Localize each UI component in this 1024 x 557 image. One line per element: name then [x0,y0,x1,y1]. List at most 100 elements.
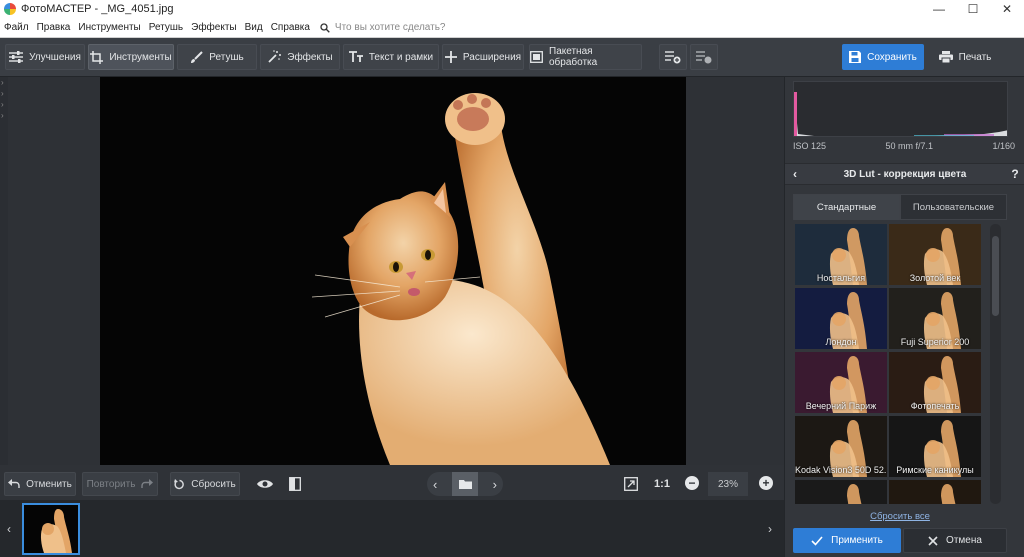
redo-label: Повторить [86,478,136,490]
batch-processing-button[interactable]: Пакетная обработка [529,44,642,70]
lut-preset-grid: Ностальгия Золотой век Лондон Fuji Superior… [795,224,983,504]
preview-eye-button[interactable] [253,472,277,496]
brush-icon [191,50,204,63]
save-label: Сохранить [867,51,917,63]
lut-preset-card[interactable]: Kodak Vision3 50D 52... [795,416,887,477]
open-folder-button[interactable] [452,472,478,496]
preset-scrollbar-thumb[interactable] [992,236,999,316]
plus-icon: + [762,476,770,490]
tab-effects-label: Эффекты [287,51,333,63]
lut-section-title: 3D Lut - коррекция цвета [843,168,967,180]
tab-tools[interactable]: Инструменты [88,44,174,70]
lut-preset-label: Золотой век [909,273,961,283]
actual-size-button[interactable]: 1:1 [650,472,674,496]
tab-extensions[interactable]: Расширения [442,44,524,70]
tab-enhancements[interactable]: Улучшения [5,44,85,70]
folder-icon [458,480,472,489]
fit-to-screen-button[interactable] [619,472,643,496]
maximize-button[interactable]: ☐ [956,0,990,18]
cancel-button[interactable]: Отмена [903,528,1007,553]
lut-preset-card[interactable]: Фотопечать [889,352,981,413]
lut-preset-card[interactable] [889,480,981,504]
undo-icon [8,479,20,488]
exif-lens: 50 mm f/7.1 [885,141,934,151]
lut-preset-card[interactable]: Fuji Superior 200 [889,288,981,349]
tab-retouch[interactable]: Ретушь [177,44,257,70]
checkmark-icon [811,535,823,546]
tab-standard[interactable]: Стандартные [793,194,900,220]
zoom-level[interactable]: 23% [708,472,748,496]
exif-iso: ISO 125 [793,141,827,151]
main-toolbar: Улучшения Инструменты Ретушь Эффекты Тек… [0,38,1024,77]
minimize-button[interactable]: — [922,0,956,18]
cancel-label: Отмена [946,535,982,546]
menu-retouch[interactable]: Ретушь [149,22,183,33]
tab-retouch-label: Ретушь [209,51,244,63]
tab-custom[interactable]: Пользовательские [900,194,1007,220]
tab-effects[interactable]: Эффекты [260,44,340,70]
lut-preset-label: Фотопечать [910,401,960,411]
menu-view[interactable]: Вид [245,22,263,33]
left-collapsed-strip[interactable]: › › › › [0,77,8,465]
lut-preset-card[interactable]: Ностальгия [795,224,887,285]
histogram [793,81,1008,137]
save-button[interactable]: Сохранить [842,44,924,70]
filmstrip-next-icon[interactable]: › [768,522,772,536]
next-image-icon[interactable]: › [493,477,497,492]
preset-preview-image [795,480,887,504]
previous-image-icon[interactable]: ‹ [433,477,437,492]
photo-cat-image[interactable] [100,77,686,465]
batch-icon [530,51,543,63]
lut-preset-card[interactable]: Лондон [795,288,887,349]
lut-preset-label: Fuji Superior 200 [900,337,970,347]
lut-preset-label: Kodak Vision3 50D 52... [795,465,887,475]
preset-scrollbar[interactable] [990,224,1001,504]
undo-label: Отменить [26,478,72,490]
filmstrip-thumbnail[interactable] [22,503,80,555]
menu-file[interactable]: Файл [4,22,29,33]
command-search-placeholder: Что вы хотите сделать? [334,22,446,33]
lut-preset-card[interactable]: Вечерний Париж [795,352,887,413]
minus-icon: − [688,476,696,490]
close-icon [928,535,938,546]
tab-text-frames-label: Текст и рамки [368,51,434,63]
menu-edit[interactable]: Правка [37,22,71,33]
close-button[interactable]: ✕ [990,0,1024,18]
print-label: Печать [958,51,992,63]
lut-preset-card[interactable]: Римские каникулы [889,416,981,477]
zoom-out-button[interactable]: − [685,476,699,490]
tab-tools-label: Инструменты [109,51,172,63]
menu-tools[interactable]: Инструменты [78,22,140,33]
filmstrip-prev-icon[interactable]: ‹ [7,522,11,536]
floppy-disk-icon [849,51,862,63]
help-button[interactable]: ? [1005,167,1024,181]
menu-help[interactable]: Справка [271,22,310,33]
reset-all-link[interactable]: Сбросить все [785,511,1015,522]
print-button[interactable]: Печать [930,44,1000,70]
command-search[interactable]: Что вы хотите сделать? [320,22,446,33]
lut-preset-card[interactable]: Золотой век [889,224,981,285]
image-navigation: ‹ › [427,472,503,496]
lut-tabs: Стандартные Пользовательские [793,194,1007,220]
lut-preset-label: Ностальгия [816,273,866,283]
batch-processing-label: Пакетная обработка [549,46,598,68]
list-clock-icon [696,51,712,64]
undo-button[interactable]: Отменить [4,472,76,496]
image-canvas[interactable] [8,77,784,465]
add-to-queue-button[interactable] [659,44,687,70]
tab-text-frames[interactable]: Текст и рамки [343,44,439,70]
compare-button[interactable] [283,472,307,496]
reset-button[interactable]: Сбросить [170,472,240,496]
back-arrow-icon[interactable]: ‹ [785,167,805,181]
apply-button[interactable]: Применить [793,528,901,553]
tab-extensions-label: Расширения [462,51,522,63]
redo-icon [141,479,154,488]
lut-preset-card[interactable] [795,480,887,504]
apply-label: Применить [831,535,883,546]
text-icon [348,51,363,62]
queue-settings-button[interactable] [690,44,718,70]
zoom-in-button[interactable]: + [759,476,773,490]
menu-effects[interactable]: Эффекты [191,22,236,33]
redo-button[interactable]: Повторить [82,472,158,496]
magic-wand-icon [268,50,282,63]
